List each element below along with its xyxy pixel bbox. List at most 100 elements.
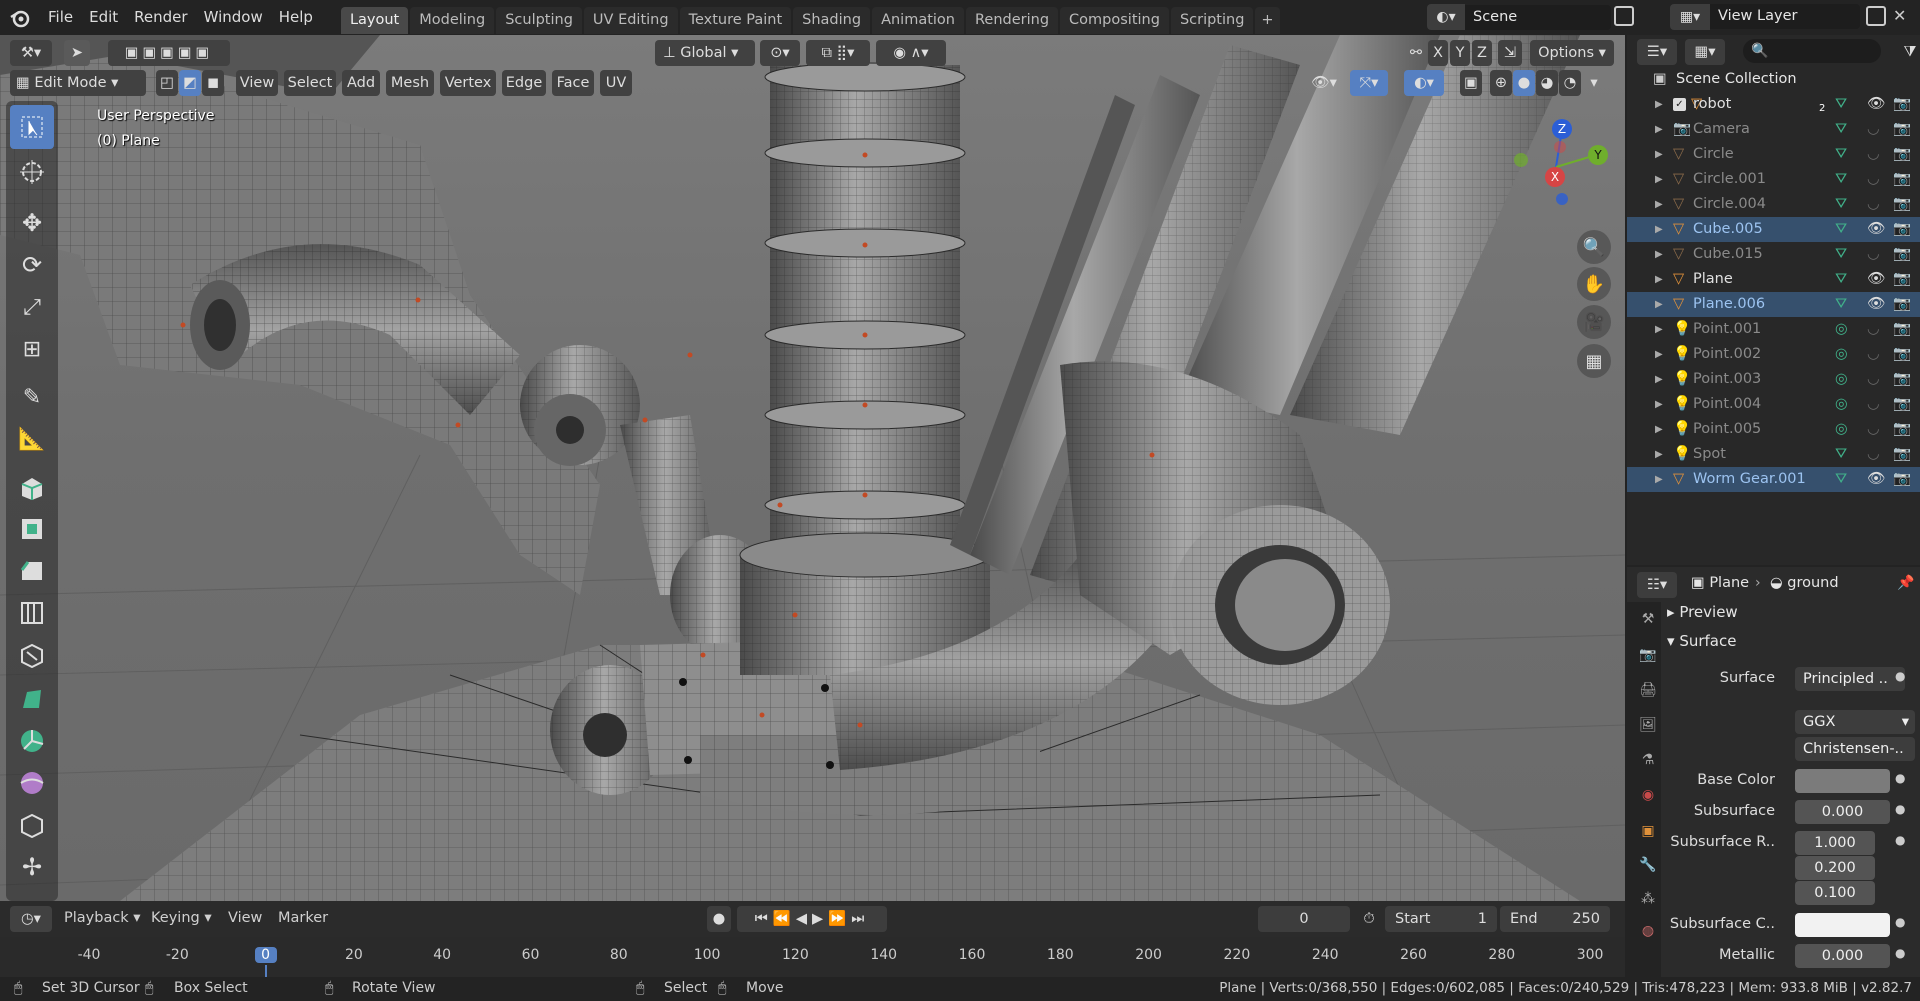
outliner-item-circle-001[interactable]: ▶ ▽ Circle.001 ⛛ ◡ 📷 <box>1627 167 1920 192</box>
shading-options-icon[interactable]: ▾ <box>1584 70 1604 96</box>
menu-file[interactable]: File <box>40 0 81 35</box>
outliner-item-spot[interactable]: ▶ 💡 Spot ⛛ ◡ 📷 <box>1627 442 1920 467</box>
pin-icon[interactable]: 📌 <box>1897 575 1914 591</box>
collection-checkbox[interactable]: ✓ <box>1673 98 1686 111</box>
playback-menu[interactable]: Playback ▾ <box>64 910 141 926</box>
shading-solid-icon[interactable]: ● <box>1513 70 1535 96</box>
tab-texture-paint[interactable]: Texture Paint <box>679 7 792 34</box>
gizmo-toggle-icon[interactable]: ⤧▾ <box>1350 70 1388 96</box>
eye-icon[interactable]: 👁 <box>1867 267 1885 292</box>
outliner[interactable]: ☰▾ ▦▾ 🔍 ⧩ ▣ Scene Collection ▶ ▽ robot ⛛ 👁 📷 ✓… <box>1627 35 1920 565</box>
mesh-data-icon[interactable]: ⛛ <box>1835 442 1847 467</box>
mesh-data-icon[interactable]: ⛛ <box>1835 167 1847 192</box>
mesh-data-icon[interactable]: ⛛ <box>1835 217 1847 242</box>
scene-copy-icon[interactable] <box>1614 6 1634 26</box>
end-frame-field[interactable]: End 250 <box>1500 906 1610 932</box>
scale-tool-icon[interactable]: ⤢ <box>10 285 54 329</box>
world-tab-icon[interactable]: ◉ <box>1636 783 1660 807</box>
extrude-tool-icon[interactable] <box>10 465 54 509</box>
mesh-data-icon[interactable]: ⛛ <box>1835 467 1847 492</box>
start-frame-field[interactable]: Start 1 <box>1385 906 1497 932</box>
timeline-editor-type-icon[interactable]: ◷▾ <box>10 906 52 932</box>
mirror-z-button[interactable]: Z <box>1472 40 1492 66</box>
mesh-data-icon[interactable]: ◎ <box>1835 317 1848 342</box>
select-tool-mode-icon[interactable]: ➤ <box>64 40 90 66</box>
tab-scripting[interactable]: Scripting <box>1170 7 1254 34</box>
shading-material-icon[interactable]: ◕ <box>1536 70 1558 96</box>
expand-arrow-icon[interactable]: ▶ <box>1655 92 1663 117</box>
render-camera-icon[interactable]: 📷 <box>1893 417 1911 442</box>
expand-arrow-icon[interactable]: ▶ <box>1655 467 1663 492</box>
eye-icon[interactable]: ◡ <box>1867 417 1880 442</box>
base-color-swatch[interactable] <box>1795 769 1890 793</box>
outliner-item-point-004[interactable]: ▶ 💡 Point.004 ◎ ◡ 📷 <box>1627 392 1920 417</box>
expand-arrow-icon[interactable]: ▶ <box>1655 117 1663 142</box>
mesh-data-icon[interactable]: ◎ <box>1835 367 1848 392</box>
subsurface-color-swatch[interactable] <box>1795 913 1890 937</box>
mesh-data-icon[interactable]: ◎ <box>1835 392 1848 417</box>
scene-selector[interactable]: ◐▾ Scene <box>1427 4 1611 30</box>
edge-select-icon[interactable]: ◩ <box>179 70 201 96</box>
auto-merge-icon[interactable]: ⇲ <box>1498 40 1522 66</box>
render-camera-icon[interactable]: 📷 <box>1893 317 1911 342</box>
3d-viewport[interactable]: ⚒▾ ➤ ▣▣▣▣▣ ⊥ Global ▾ ⊙▾ ⧉ ⣿▾ ◉ ∧▾ ⚯ X Y… <box>0 35 1625 901</box>
options-dropdown[interactable]: Options ▾ <box>1530 40 1614 66</box>
select-box-tool-icon[interactable] <box>10 105 54 149</box>
scene-tab-icon[interactable]: ⚗ <box>1636 748 1660 772</box>
mesh-data-icon[interactable]: ⛛ <box>1835 117 1847 142</box>
eye-icon[interactable]: ◡ <box>1867 442 1880 467</box>
preview-range-icon[interactable]: ⏱ <box>1357 906 1381 932</box>
outliner-item-point-005[interactable]: ▶ 💡 Point.005 ◎ ◡ 📷 <box>1627 417 1920 442</box>
expand-arrow-icon[interactable]: ▶ <box>1655 267 1663 292</box>
loop-cut-tool-icon[interactable] <box>10 591 54 635</box>
outliner-item-plane[interactable]: ▶ ▽ Plane ⛛ 👁 📷 <box>1627 267 1920 292</box>
expand-arrow-icon[interactable]: ▶ <box>1655 417 1663 442</box>
properties-editor-type-icon[interactable]: ☷▾ <box>1637 572 1677 598</box>
expand-arrow-icon[interactable]: ▶ <box>1655 442 1663 467</box>
expand-arrow-icon[interactable]: ▶ <box>1655 342 1663 367</box>
current-frame-field[interactable]: 0 <box>1258 906 1350 932</box>
header-menu-edge[interactable]: Edge <box>502 70 546 96</box>
render-camera-icon[interactable]: 📷 <box>1893 467 1911 492</box>
eye-icon[interactable]: ◡ <box>1867 192 1880 217</box>
particles-tab-icon[interactable]: ⁂ <box>1636 887 1660 911</box>
scene-name-field[interactable]: Scene <box>1465 4 1611 30</box>
annotate-tool-icon[interactable]: ✎ <box>10 375 54 419</box>
header-menu-vertex[interactable]: Vertex <box>440 70 496 96</box>
expand-arrow-icon[interactable]: ▶ <box>1655 392 1663 417</box>
header-menu-select[interactable]: Select <box>284 70 336 96</box>
mesh-data-icon[interactable]: ⛛ <box>1835 267 1847 292</box>
expand-arrow-icon[interactable]: ▶ <box>1655 317 1663 342</box>
expand-arrow-icon[interactable]: ▶ <box>1655 367 1663 392</box>
render-camera-icon[interactable]: 📷 <box>1893 117 1911 142</box>
tab-rendering[interactable]: Rendering <box>966 7 1059 34</box>
ortho-toggle-icon[interactable]: ▦ <box>1577 344 1611 378</box>
subsurface-field[interactable]: 0.000 <box>1795 800 1890 824</box>
timeline-editor[interactable]: ◷▾ Playback ▾ Keying ▾ View Marker ● ⏮⏪◀… <box>0 901 1625 977</box>
outliner-item-circle[interactable]: ▶ ▽ Circle ⛛ ◡ 📷 <box>1627 142 1920 167</box>
mesh-data-icon[interactable]: ◎ <box>1835 342 1848 367</box>
outliner-item-circle-004[interactable]: ▶ ▽ Circle.004 ⛛ ◡ 📷 <box>1627 192 1920 217</box>
distribution-dropdown[interactable]: GGX ▾ <box>1795 710 1915 734</box>
preview-panel-header[interactable]: ▸ Preview <box>1667 603 1917 627</box>
header-menu-mesh[interactable]: Mesh <box>386 70 434 96</box>
menu-window[interactable]: Window <box>196 0 271 35</box>
view-layer-selector[interactable]: ▦▾ View Layer <box>1670 4 1860 30</box>
render-camera-icon[interactable]: 📷 <box>1893 242 1911 267</box>
header-menu-add[interactable]: Add <box>342 70 380 96</box>
view-layer-tab-icon[interactable]: 🖼 <box>1636 713 1660 737</box>
render-camera-icon[interactable]: 📷 <box>1893 142 1911 167</box>
add-workspace-button[interactable]: + <box>1255 7 1280 34</box>
material-tab-icon[interactable]: ◍ <box>1636 919 1660 943</box>
timeline-marker-menu[interactable]: Marker <box>278 910 328 926</box>
pan-view-icon[interactable]: ✋ <box>1577 267 1611 301</box>
expand-arrow-icon[interactable]: ▶ <box>1655 292 1663 317</box>
mesh-data-icon[interactable]: ◎ <box>1835 417 1848 442</box>
eye-icon[interactable]: ◡ <box>1867 342 1880 367</box>
surface-shader-field[interactable]: Principled .. <box>1795 667 1905 691</box>
tab-uv-editing[interactable]: UV Editing <box>583 7 678 34</box>
eye-icon[interactable]: ◡ <box>1867 167 1880 192</box>
render-camera-icon[interactable]: 📷 <box>1893 167 1911 192</box>
subsurface-method-dropdown[interactable]: Christensen-.. <box>1795 737 1915 761</box>
gizmo-y-axis[interactable]: Y <box>1588 145 1608 165</box>
